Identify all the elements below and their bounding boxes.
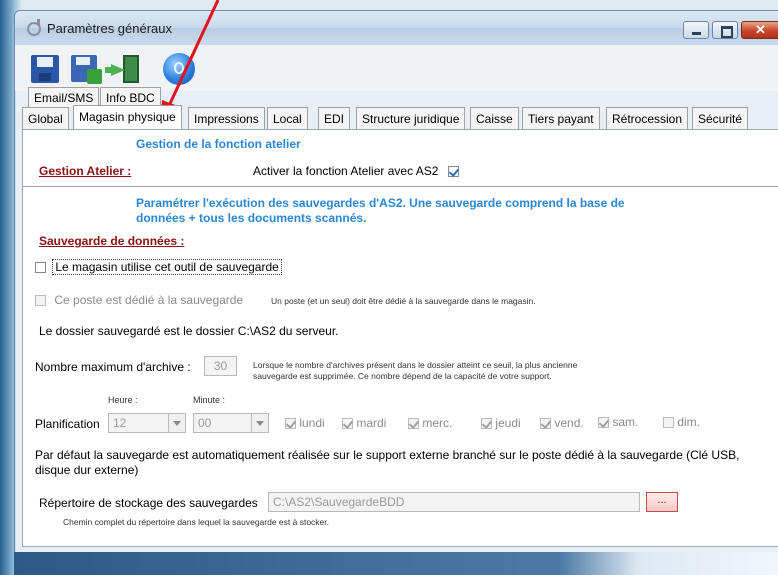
title-bar[interactable]: Paramètres généraux bbox=[15, 11, 778, 45]
atelier-checkbox[interactable] bbox=[447, 166, 459, 178]
day-checkbox[interactable] bbox=[481, 418, 492, 430]
tab-magasin-physique[interactable]: Magasin physique bbox=[73, 105, 182, 129]
planning-label: Planification bbox=[35, 417, 100, 431]
save-all-icon[interactable] bbox=[70, 53, 102, 85]
tab-edi[interactable]: EDI bbox=[318, 107, 351, 129]
tab-caisse[interactable]: Caisse bbox=[470, 107, 519, 129]
window-title: Paramètres généraux bbox=[47, 21, 173, 36]
tab-panel: Gestion de la fonction atelier Gestion A… bbox=[22, 129, 778, 547]
uses-tool-option[interactable]: Le magasin utilise cet outil de sauvegar… bbox=[35, 259, 282, 275]
default-backup-text-line1: Par défaut la sauvegarde est automatique… bbox=[35, 448, 740, 462]
exit-icon[interactable] bbox=[105, 53, 143, 85]
tab-info-bdc[interactable]: Info BDC bbox=[100, 87, 161, 107]
toolbar bbox=[15, 45, 778, 91]
backup-header-line1: Paramétrer l'exécution des sauvegardes d… bbox=[136, 196, 625, 210]
uses-tool-checkbox[interactable] bbox=[35, 262, 46, 274]
settings-icon bbox=[27, 19, 41, 36]
browse-button[interactable]: ... bbox=[646, 492, 678, 512]
day-tuesday[interactable]: mardi bbox=[342, 416, 386, 430]
day-friday[interactable]: vend. bbox=[540, 416, 584, 430]
day-thursday[interactable]: jeudi bbox=[481, 416, 521, 430]
minimize-button[interactable] bbox=[683, 21, 709, 39]
maximize-button[interactable] bbox=[712, 21, 738, 39]
day-saturday[interactable]: sam. bbox=[598, 415, 638, 429]
taskbar-strip bbox=[14, 552, 778, 575]
chevron-down-icon bbox=[168, 414, 185, 432]
default-backup-text-line2: disque dur externe) bbox=[35, 463, 139, 477]
day-checkbox[interactable] bbox=[598, 417, 609, 429]
max-archive-note-line2: sauvegarde est supprimée. Ce nombre dépe… bbox=[253, 371, 552, 381]
storage-path-input[interactable]: C:\AS2\SauvegardeBDD bbox=[268, 492, 640, 512]
day-checkbox[interactable] bbox=[663, 417, 674, 429]
tab-tiers-payant[interactable]: Tiers payant bbox=[522, 107, 600, 129]
atelier-checkbox-label: Activer la fonction Atelier avec AS2 bbox=[253, 164, 439, 178]
day-checkbox[interactable] bbox=[285, 418, 296, 430]
max-archive-label: Nombre maximum d'archive : bbox=[35, 360, 191, 374]
day-checkbox[interactable] bbox=[540, 418, 551, 430]
day-wednesday[interactable]: merc. bbox=[408, 416, 452, 430]
tab-global[interactable]: Global bbox=[22, 107, 69, 129]
tab-structure-juridique[interactable]: Structure juridique bbox=[356, 107, 466, 129]
minute-select[interactable]: 00 bbox=[193, 413, 269, 433]
dedicated-option[interactable]: Ce poste est dédié à la sauvegarde bbox=[35, 293, 243, 307]
backup-section-label: Sauvegarde de données : bbox=[39, 234, 185, 248]
minute-label: Minute : bbox=[193, 395, 226, 405]
tab-securite[interactable]: Sécurité bbox=[692, 107, 749, 129]
day-sunday[interactable]: dim. bbox=[663, 415, 700, 429]
storage-label: Répertoire de stockage des sauvegardes bbox=[39, 496, 258, 510]
close-button[interactable] bbox=[741, 21, 778, 39]
tab-email-sms[interactable]: Email/SMS bbox=[28, 87, 100, 107]
atelier-toggle[interactable]: Activer la fonction Atelier avec AS2 bbox=[253, 164, 459, 178]
divider bbox=[23, 186, 778, 187]
help-icon[interactable] bbox=[163, 53, 195, 85]
tab-retrocession[interactable]: Rétrocession bbox=[606, 107, 689, 129]
dedicated-note: Un poste (et un seul) doit être dédié à … bbox=[271, 296, 536, 306]
hour-select[interactable]: 12 bbox=[108, 413, 186, 433]
max-archive-note-line1: Lorsque le nombre d'archives présent dan… bbox=[253, 360, 578, 370]
storage-note: Chemin complet du répertoire dans lequel… bbox=[63, 517, 330, 527]
uses-tool-label: Le magasin utilise cet outil de sauvegar… bbox=[52, 259, 282, 275]
dedicated-label: Ce poste est dédié à la sauvegarde bbox=[54, 293, 244, 307]
save-icon[interactable] bbox=[29, 53, 61, 85]
atelier-header: Gestion de la fonction atelier bbox=[136, 137, 301, 151]
backup-folder-text: Le dossier sauvegardé est le dossier C:\… bbox=[39, 324, 339, 338]
chevron-down-icon bbox=[251, 414, 268, 432]
atelier-section-label: Gestion Atelier : bbox=[39, 164, 132, 178]
day-checkbox[interactable] bbox=[408, 418, 419, 430]
backup-header-line2: données + tous les documents scannés. bbox=[136, 211, 367, 225]
tab-local[interactable]: Local bbox=[267, 107, 308, 129]
day-monday[interactable]: lundi bbox=[285, 416, 325, 430]
dedicated-checkbox[interactable] bbox=[35, 295, 46, 307]
tab-impressions[interactable]: Impressions bbox=[188, 107, 265, 129]
day-checkbox[interactable] bbox=[342, 418, 353, 430]
max-archive-input[interactable]: 30 bbox=[204, 356, 237, 376]
hour-label: Heure : bbox=[108, 395, 138, 405]
